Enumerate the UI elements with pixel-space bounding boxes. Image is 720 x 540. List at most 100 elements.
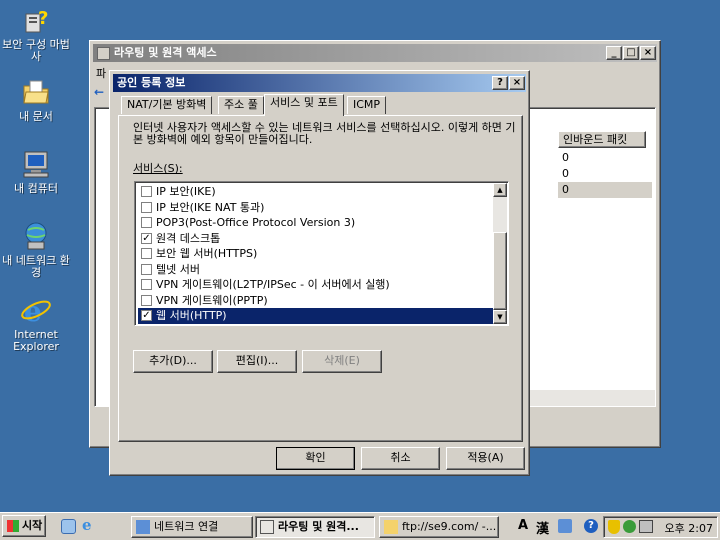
service-checkbox[interactable]: ✓ <box>141 232 152 244</box>
services-description: 인터넷 사용자가 액세스할 수 있는 네트워크 서비스를 선택하십시오. 이렇게… <box>133 121 516 146</box>
desktop-icon-network[interactable]: 내 네트워크 환경 <box>0 220 72 279</box>
desktop-icon-internet-explorer[interactable]: e Internet Explorer <box>0 294 72 353</box>
routing-menu-bar: 파 <box>96 65 106 83</box>
service-list-item[interactable]: 텔넷 서버 <box>138 262 494 278</box>
service-list-item[interactable]: IP 보안(IKE) <box>138 184 494 200</box>
table-row[interactable]: 0 <box>558 150 652 166</box>
task-ftp[interactable]: ftp://se9.com/ -... <box>379 516 499 538</box>
tab-label: 주소 풀 <box>224 98 258 111</box>
service-checkbox[interactable] <box>141 294 152 306</box>
vertical-scrollbar[interactable]: ▲ ▼ <box>493 183 507 324</box>
routing-app-icon <box>97 46 110 60</box>
edit-button[interactable]: 편집(I)... <box>217 350 297 373</box>
ok-button[interactable]: 확인 <box>276 447 355 470</box>
back-arrow-icon[interactable]: ← <box>94 85 104 99</box>
security-shield-icon[interactable] <box>608 520 620 534</box>
desktop-icon-my-computer[interactable]: 내 컴퓨터 <box>0 148 72 195</box>
service-checkbox[interactable] <box>141 186 152 197</box>
cell-inbound: 0 <box>562 167 569 180</box>
help-tray-icon[interactable]: ? <box>584 519 598 533</box>
apply-button[interactable]: 적용(A) <box>446 447 525 470</box>
service-checkbox[interactable] <box>141 263 152 275</box>
table-row[interactable]: 0 <box>558 182 652 198</box>
cancel-button[interactable]: 취소 <box>361 447 440 470</box>
desktop-icon-my-documents[interactable]: 내 문서 <box>0 76 72 123</box>
add-button[interactable]: 추가(D)... <box>133 350 213 373</box>
service-checkbox[interactable] <box>141 217 152 228</box>
service-label: IP 보안(IKE) <box>156 185 216 198</box>
service-label: POP3(Post-Office Protocol Version 3) <box>156 216 356 229</box>
service-list-item[interactable]: ✓ 원격 데스크톱 <box>138 231 494 247</box>
services-label: 서비스(S): <box>133 162 183 175</box>
clock: 오후 2:07 <box>664 522 713 535</box>
service-list-item[interactable]: POP3(Post-Office Protocol Version 3) <box>138 215 494 231</box>
ftp-folder-icon <box>384 520 398 534</box>
minimize-button[interactable]: _ <box>606 46 622 60</box>
dialog-close-button[interactable]: × <box>509 76 525 90</box>
task-label: ftp://se9.com/ -... <box>402 520 497 533</box>
start-button[interactable]: 시작 <box>2 515 46 537</box>
service-label: 텔넷 서버 <box>156 262 200 276</box>
tab-icmp[interactable]: ICMP <box>347 96 387 114</box>
computer-icon <box>20 148 52 180</box>
column-header-label: 인바운드 패킷 <box>563 133 628 146</box>
scroll-down-button[interactable]: ▼ <box>493 310 507 324</box>
task-network-connections[interactable]: 네트워크 연결 <box>131 516 253 538</box>
desktop-icon-label: Internet Explorer <box>13 328 59 353</box>
desktop-icon-label: 내 네트워크 환경 <box>2 254 70 279</box>
tab-nat-firewall[interactable]: NAT/기본 방화벽 <box>121 96 213 114</box>
column-header-inbound[interactable]: 인바운드 패킷 <box>558 131 646 148</box>
ime-settings-icon[interactable] <box>558 519 572 533</box>
start-label: 시작 <box>22 519 43 532</box>
service-checkbox[interactable] <box>141 248 152 259</box>
ime-hanja[interactable]: 漢 <box>536 518 549 537</box>
service-list-item[interactable]: 보안 웹 서버(HTTPS) <box>138 246 494 262</box>
desktop-icon-security-wizard[interactable]: ? 보안 구성 마법사 <box>0 4 72 63</box>
task-label: 네트워크 연결 <box>154 520 219 533</box>
dialog-titlebar[interactable]: 공인 등록 정보 <box>113 74 526 92</box>
service-checkbox[interactable] <box>141 201 152 213</box>
service-label: 웹 서버(HTTP) <box>156 309 227 322</box>
scroll-up-button[interactable]: ▲ <box>493 183 507 197</box>
maximize-button[interactable]: □ <box>623 46 639 60</box>
desktop-icon-label: 내 문서 <box>19 110 53 123</box>
show-desktop-icon[interactable] <box>61 519 76 534</box>
quick-launch: e <box>58 516 102 536</box>
service-checkbox[interactable] <box>141 279 152 290</box>
folder-icon <box>20 76 52 108</box>
menu-file[interactable]: 파 <box>96 67 106 80</box>
service-label: VPN 게이트웨이(L2TP/IPSec - 이 서버에서 실행) <box>156 278 390 291</box>
cell-inbound: 0 <box>562 183 569 196</box>
desktop-icon-label: 내 컴퓨터 <box>14 182 58 195</box>
routing-window-title: 라우팅 및 원격 액세스 <box>114 46 217 59</box>
task-label: 라우팅 및 원격... <box>278 520 359 533</box>
service-list-item[interactable]: VPN 게이트웨이(L2TP/IPSec - 이 서버에서 실행) <box>138 277 494 293</box>
network-connections-icon <box>136 520 150 534</box>
service-label: 원격 데스크톱 <box>156 231 221 245</box>
task-routing[interactable]: 라우팅 및 원격... <box>255 516 375 538</box>
scroll-thumb[interactable] <box>493 232 507 310</box>
help-button[interactable]: ? <box>492 76 508 90</box>
close-button[interactable]: × <box>640 46 656 60</box>
ie-icon[interactable]: e <box>82 516 92 534</box>
routing-app-icon <box>260 520 274 534</box>
service-list-item[interactable]: IP 보안(IKE NAT 통과) <box>138 200 494 216</box>
table-row[interactable]: 0 <box>558 166 652 182</box>
service-label: VPN 게이트웨이(PPTP) <box>156 293 268 307</box>
service-list-item[interactable]: VPN 게이트웨이(PPTP) <box>138 293 494 309</box>
ie-icon: e <box>20 294 52 328</box>
tab-label: ICMP <box>353 98 381 111</box>
language-bar: A 漢 <box>514 516 580 538</box>
service-list-item[interactable]: ✓ 웹 서버(HTTP) <box>138 308 494 324</box>
service-checkbox[interactable]: ✓ <box>141 310 152 321</box>
tab-services-ports[interactable]: 서비스 및 포트 <box>264 94 344 116</box>
network-tray-icon[interactable] <box>639 520 653 533</box>
ime-mode[interactable]: A <box>518 518 528 533</box>
tab-address-pool[interactable]: 주소 풀 <box>218 96 264 114</box>
svg-text:?: ? <box>38 8 48 29</box>
routing-window-titlebar[interactable]: 라우팅 및 원격 액세스 <box>93 44 657 62</box>
windows-update-icon[interactable] <box>623 520 636 533</box>
service-label: IP 보안(IKE NAT 통과) <box>156 200 265 214</box>
delete-button[interactable]: 삭제(E) <box>302 350 382 373</box>
tab-label: NAT/기본 방화벽 <box>127 98 207 111</box>
